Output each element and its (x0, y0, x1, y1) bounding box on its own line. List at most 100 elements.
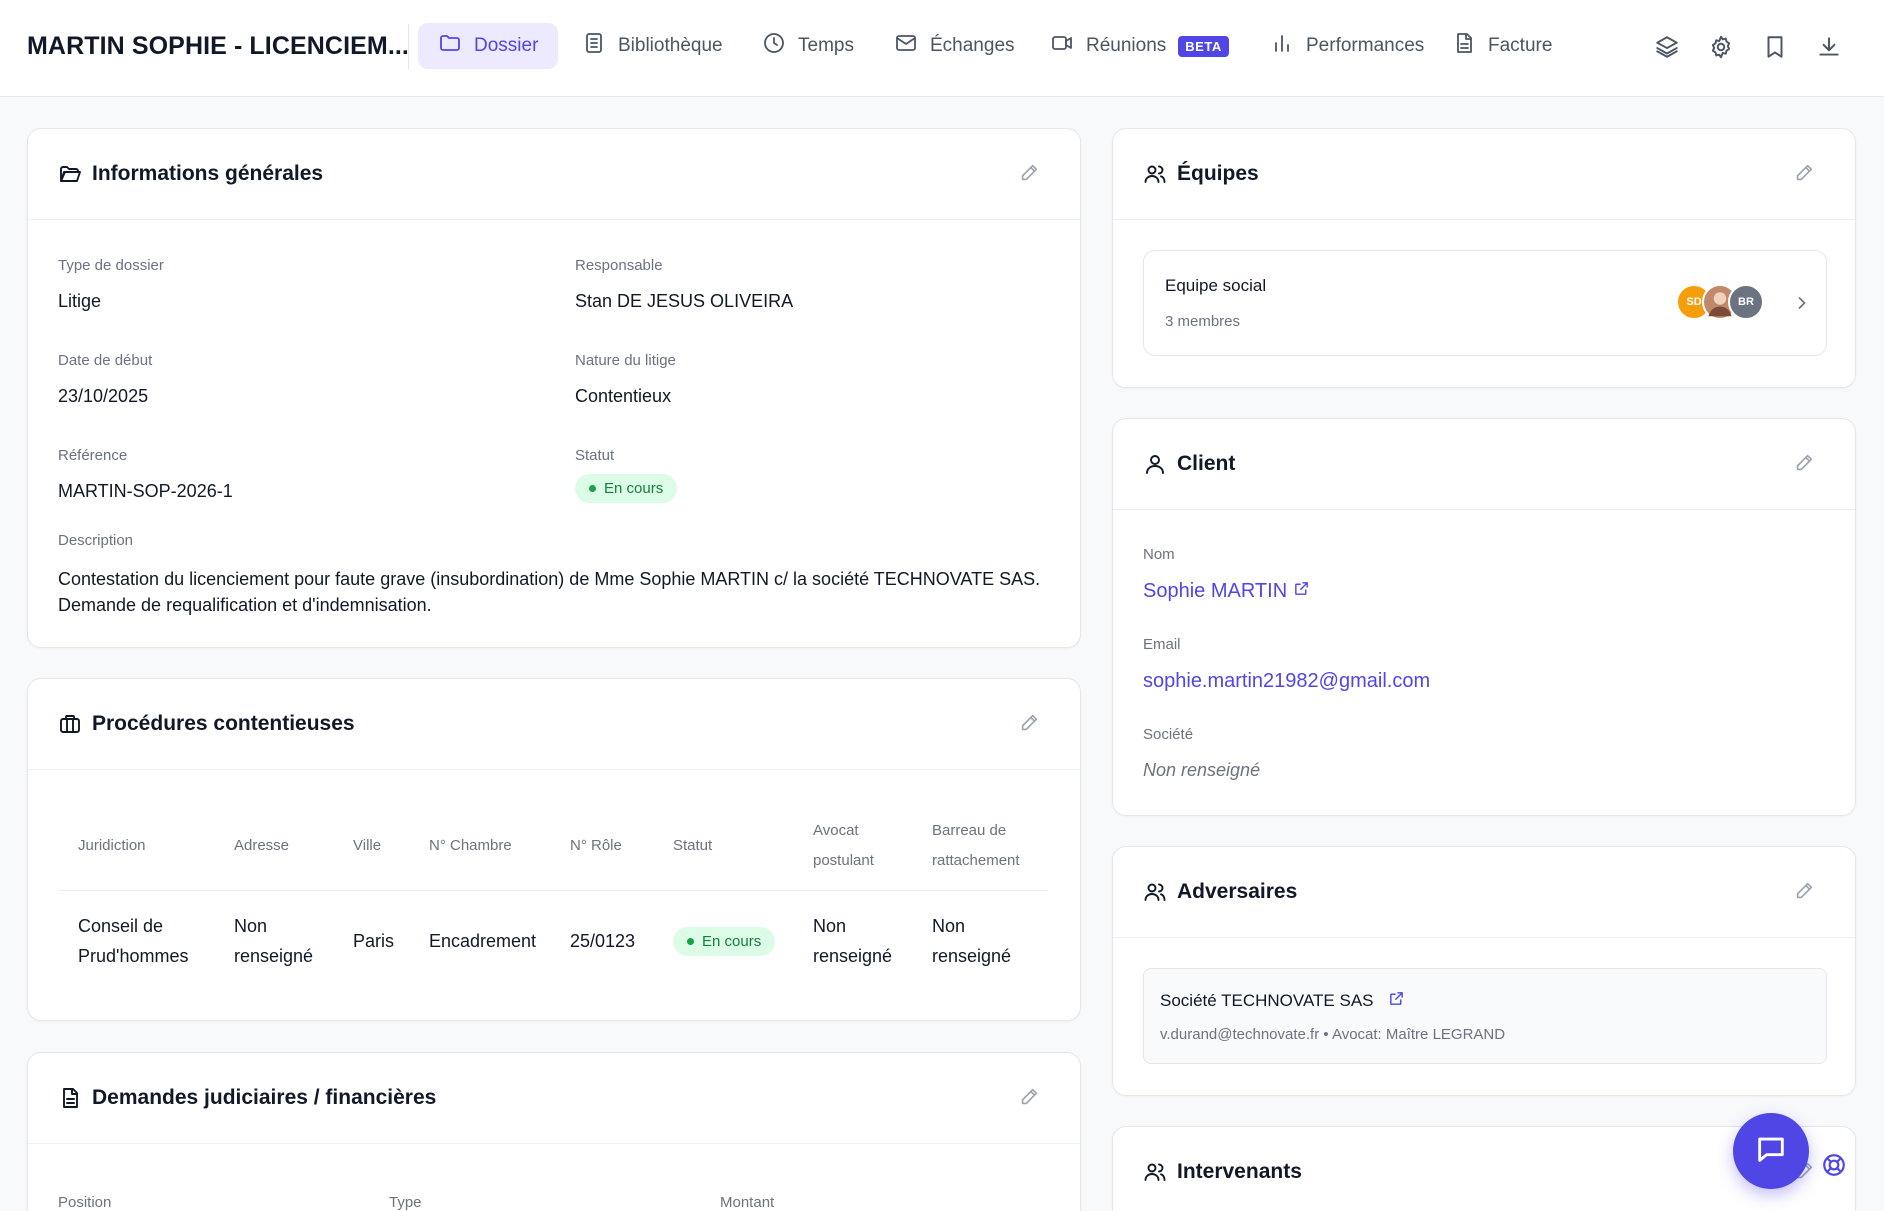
tab-facture[interactable]: Facture (1432, 23, 1572, 69)
beta-badge: BETA (1178, 35, 1229, 57)
status-dot (687, 938, 694, 945)
pencil-icon[interactable] (1018, 162, 1042, 186)
header-divider (408, 24, 409, 70)
external-link-icon[interactable] (1388, 990, 1405, 1012)
tab-label: Facture (1488, 35, 1553, 56)
cell-barreau: Non (932, 916, 966, 936)
reference-label: Référence (58, 447, 128, 464)
folder-open-icon (58, 162, 82, 186)
users-icon (1143, 1160, 1167, 1184)
users-icon (1143, 880, 1167, 904)
pencil-icon[interactable] (1018, 712, 1042, 736)
nature-value: Contentieux (575, 386, 672, 406)
case-title: MARTIN SOPHIE - LICENCIEM... (27, 32, 409, 60)
card-header: Adversaires (1113, 847, 1855, 938)
card-title: Demandes judiciaires / financières (92, 1086, 437, 1109)
document-icon (582, 31, 606, 61)
tab-label: Bibliothèque (618, 35, 723, 56)
card-title: Équipes (1177, 162, 1259, 185)
briefcase-icon (58, 712, 82, 736)
team-item[interactable]: Equipe social 3 membres SD BR (1143, 250, 1827, 356)
status-text: En cours (702, 933, 762, 950)
column-header: rattachement (932, 852, 1020, 869)
help-icon[interactable] (1821, 1152, 1847, 1178)
company-label: Société (1143, 726, 1194, 743)
pencil-icon[interactable] (1018, 1086, 1042, 1110)
top-navigation-bar: MARTIN SOPHIE - LICENCIEM... Dossier Bib… (0, 0, 1884, 97)
responsable-value: Stan DE JESUS OLIVEIRA (575, 291, 794, 311)
card-header: Client (1113, 419, 1855, 510)
clock-icon (762, 31, 786, 61)
cell-ville: Paris (353, 931, 395, 951)
type-label: Type de dossier (58, 257, 164, 274)
tab-dossier[interactable]: Dossier (418, 23, 559, 69)
status-text: En cours (604, 480, 664, 497)
tab-bibliotheque[interactable]: Bibliothèque (562, 23, 743, 69)
document-icon (58, 1086, 82, 1110)
column-header: Montant (720, 1194, 775, 1211)
users-icon (1143, 162, 1167, 186)
client-card: Client Nom Sophie MARTIN Email sophie.ma… (1112, 418, 1856, 816)
column-header: Statut (673, 837, 713, 854)
responsable-label: Responsable (575, 257, 663, 274)
table-divider (58, 890, 1048, 891)
chevron-right-icon[interactable] (1792, 293, 1812, 318)
column-header: N° Rôle (570, 837, 622, 854)
procedures-card: Procédures contentieuses Juridiction Adr… (27, 678, 1081, 1021)
user-icon (1143, 452, 1167, 476)
download-icon[interactable] (1816, 34, 1842, 60)
adversary-item[interactable]: Société TECHNOVATE SAS v.durand@technova… (1143, 968, 1827, 1064)
card-title: Adversaires (1177, 880, 1298, 903)
tab-label: Dossier (474, 35, 539, 56)
tab-label: Performances (1306, 35, 1425, 56)
chat-icon (1754, 1132, 1788, 1171)
card-header: Équipes (1113, 129, 1855, 220)
card-header: Demandes judiciaires / financières (28, 1053, 1080, 1144)
bookmark-icon[interactable] (1762, 34, 1788, 60)
date-value: 23/10/2025 (58, 386, 149, 406)
client-email-link[interactable]: sophie.martin21982@gmail.com (1143, 670, 1430, 693)
tab-temps[interactable]: Temps (742, 23, 874, 69)
chat-button[interactable] (1733, 1113, 1809, 1189)
demandes-card: Demandes judiciaires / financières Posit… (27, 1052, 1081, 1211)
column-header: Ville (353, 837, 382, 854)
cell-adresse: Non (234, 916, 268, 936)
tab-performances[interactable]: Performances (1250, 23, 1444, 69)
tab-reunions[interactable]: Réunions BETA (1030, 23, 1249, 69)
pencil-icon[interactable] (1793, 880, 1817, 904)
folder-icon (438, 31, 462, 61)
pencil-icon[interactable] (1793, 162, 1817, 186)
layers-icon[interactable] (1654, 34, 1680, 60)
tab-label: Échanges (930, 35, 1015, 56)
adversary-detail: v.durand@technovate.fr • Avocat: Maître … (1160, 1026, 1506, 1043)
card-title: Client (1177, 452, 1236, 475)
invoice-icon (1452, 31, 1476, 61)
pencil-icon[interactable] (1793, 452, 1817, 476)
mail-icon (894, 31, 918, 61)
reference-value: MARTIN-SOP-2026-1 (58, 481, 233, 501)
status-label: Statut (575, 447, 615, 464)
tab-echanges[interactable]: Échanges (874, 23, 1035, 69)
name-label: Nom (1143, 546, 1175, 563)
bar-chart-icon (1270, 31, 1294, 61)
cell-adresse: renseigné (234, 946, 314, 966)
client-name-link[interactable]: Sophie MARTIN (1143, 580, 1310, 603)
client-name: Sophie MARTIN (1143, 580, 1288, 602)
gear-icon[interactable] (1708, 34, 1734, 60)
general-info-card: Informations générales Type de dossier L… (27, 128, 1081, 648)
status-badge: En cours (575, 474, 678, 503)
cell-barreau: renseigné (932, 946, 1012, 966)
cell-avocat: Non (813, 916, 847, 936)
column-header: Type (389, 1194, 422, 1211)
column-header: N° Chambre (429, 837, 512, 854)
column-header: Juridiction (78, 837, 146, 854)
column-header: Adresse (234, 837, 290, 854)
column-header: Barreau de (932, 822, 1007, 839)
adversaires-card: Adversaires Société TECHNOVATE SAS v.dur… (1112, 846, 1856, 1096)
card-title: Intervenants (1177, 1160, 1302, 1183)
teams-card: Équipes Equipe social 3 membres SD BR (1112, 128, 1856, 388)
avatar: BR (1728, 284, 1764, 320)
cell-juridiction: Conseil de (78, 916, 164, 936)
description-line-1: Contestation du licenciement pour faute … (58, 569, 1041, 589)
card-title: Procédures contentieuses (92, 712, 355, 735)
